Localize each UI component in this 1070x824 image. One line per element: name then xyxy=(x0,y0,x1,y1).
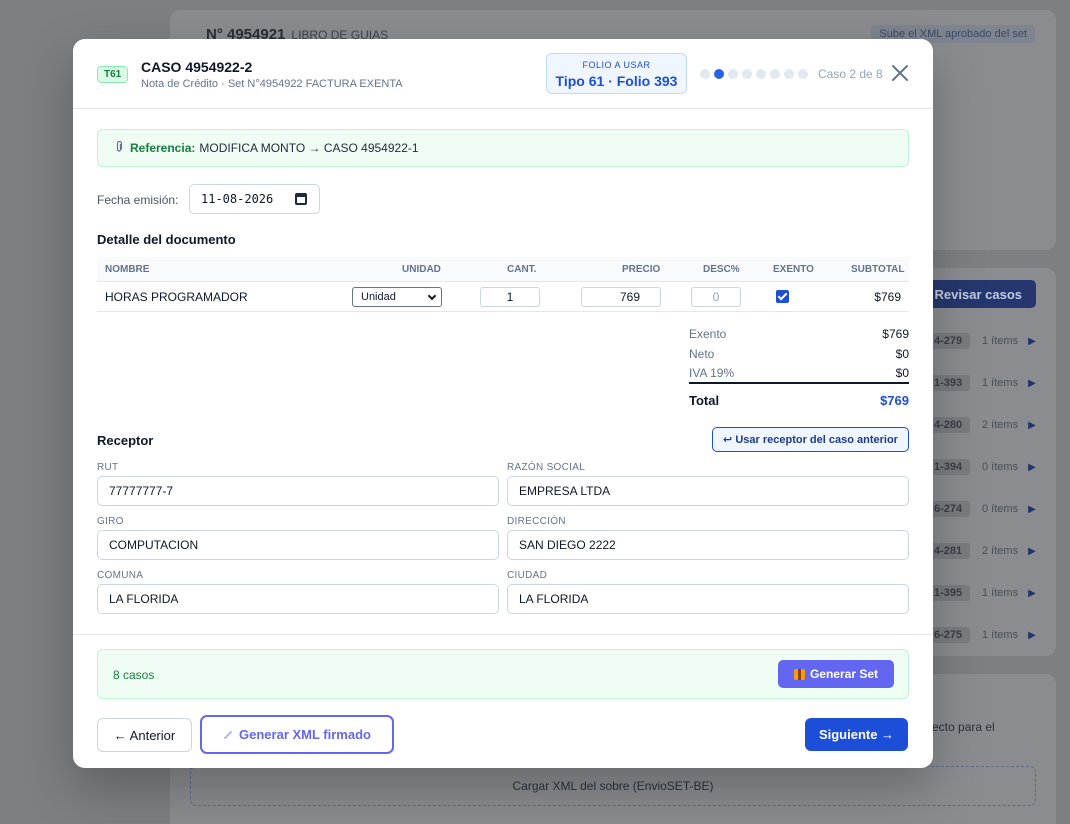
generate-xml-button[interactable]: Generar XML firmado xyxy=(200,715,394,754)
folio-value: Tipo 61 · Folio 393 xyxy=(555,73,678,89)
col-subtotal: SUBTOTAL xyxy=(851,263,905,275)
use-previous-receptor-button[interactable]: ↩ Usar receptor del caso anterior xyxy=(712,427,909,452)
fecha-input[interactable]: 11-08-2026 xyxy=(189,184,320,214)
col-nombre: NOMBRE xyxy=(105,263,150,275)
unidad-select[interactable]: Unidad xyxy=(352,286,442,307)
table-row: HORAS PROGRAMADOR Unidad 1 769 0 $769 xyxy=(97,282,909,312)
progress-dot[interactable] xyxy=(784,69,794,79)
ciudad-input[interactable]: LA FLORIDA xyxy=(507,584,909,614)
comuna-input[interactable]: LA FLORIDA xyxy=(97,584,499,614)
total-final: Total $769 xyxy=(689,392,909,408)
table-header: NOMBRE UNIDAD CANT. PRECIO DESC% EXENTO … xyxy=(97,257,909,282)
sets-panel: 8 casos Generar Set xyxy=(97,649,909,699)
totals-panel: Exento $769 Neto $0 IVA 19% $0 Total $769 xyxy=(689,324,909,410)
background-row[interactable]: 6-274 0 ítems ▶ xyxy=(930,499,1040,519)
col-descuento: DESC% xyxy=(703,263,740,275)
progress-dot[interactable] xyxy=(770,69,780,79)
folio-label: FOLIO A USAR xyxy=(582,60,651,70)
item-subtotal: $769 xyxy=(874,289,901,304)
package-icon xyxy=(793,668,805,680)
receptor-title: Receptor xyxy=(97,433,154,448)
col-cantidad: CANT. xyxy=(507,263,537,275)
col-unidad: UNIDAD xyxy=(402,263,441,275)
progress-dot[interactable] xyxy=(742,69,752,79)
col-precio: PRECIO xyxy=(622,263,661,275)
background-row[interactable]: 4-279 1 ítems ▶ xyxy=(930,331,1040,351)
reference-text: MODIFICA MONTO → CASO 4954922-1 xyxy=(199,141,419,155)
next-button[interactable]: Siguiente → xyxy=(805,718,908,751)
razon-social-input[interactable]: EMPRESA LTDA xyxy=(507,476,909,506)
ciudad-label: CIUDAD xyxy=(507,570,548,581)
giro-input[interactable]: COMPUTACION xyxy=(97,530,499,560)
background-row[interactable]: 4-280 2 ítems ▶ xyxy=(930,415,1040,435)
descuento-input[interactable]: 0 xyxy=(691,286,741,307)
progress-dot[interactable] xyxy=(700,69,710,79)
precio-input[interactable]: 769 xyxy=(581,286,661,307)
document-type-badge: T61 xyxy=(97,66,129,83)
razon-social-label: RAZÓN SOCIAL xyxy=(507,462,586,473)
close-icon[interactable] xyxy=(890,63,910,83)
generate-set-button[interactable]: Generar Set xyxy=(778,660,894,688)
cantidad-input[interactable]: 1 xyxy=(480,286,540,307)
modal-header: T61 CASO 4954922-2 Nota de Crédito · Set… xyxy=(73,39,933,109)
total-neto: Neto $0 xyxy=(689,347,909,361)
item-nombre: HORAS PROGRAMADOR xyxy=(105,289,248,304)
direccion-label: DIRECCIÓN xyxy=(507,516,566,527)
case-counter: Caso 2 de 8 xyxy=(818,67,883,81)
background-row[interactable]: 1-395 1 ítems ▶ xyxy=(930,583,1040,603)
background-text: ecto para el xyxy=(932,720,995,734)
chevron-down-icon xyxy=(427,291,437,300)
folio-box: FOLIO A USAR Tipo 61 · Folio 393 xyxy=(546,53,687,94)
previous-button[interactable]: ← Anterior xyxy=(97,718,192,752)
comuna-label: COMUNA xyxy=(97,570,144,581)
progress-dot[interactable] xyxy=(714,69,724,79)
pen-icon xyxy=(223,730,233,739)
direccion-input[interactable]: SAN DIEGO 2222 xyxy=(507,530,909,560)
background-row[interactable]: 1-393 1 ítems ▶ xyxy=(930,373,1040,393)
fecha-label: Fecha emisión: xyxy=(97,193,179,207)
rut-input[interactable]: 77777777-7 xyxy=(97,476,499,506)
exento-checkbox[interactable] xyxy=(776,290,789,303)
sets-count: 8 casos xyxy=(113,668,155,682)
review-cases-button[interactable]: Revisar casos xyxy=(922,280,1036,308)
paperclip-icon xyxy=(114,140,124,156)
case-subtitle: Nota de Crédito · Set N°4954922 FACTURA … xyxy=(141,78,403,90)
progress-dot[interactable] xyxy=(798,69,808,79)
calendar-icon[interactable] xyxy=(295,193,307,205)
case-modal: T61 CASO 4954922-2 Nota de Crédito · Set… xyxy=(73,39,933,768)
giro-label: GIRO xyxy=(97,516,124,527)
footer-divider xyxy=(73,634,933,635)
total-exento: Exento $769 xyxy=(689,327,909,341)
detail-title: Detalle del documento xyxy=(97,232,236,247)
background-row[interactable]: 1-394 0 ítems ▶ xyxy=(930,457,1040,477)
reference-label: Referencia: xyxy=(130,141,196,155)
case-progress-dots xyxy=(700,69,808,79)
col-exento: EXENTO xyxy=(773,263,814,275)
progress-dot[interactable] xyxy=(756,69,766,79)
progress-dot[interactable] xyxy=(728,69,738,79)
upload-xml-dropzone[interactable]: Cargar XML del sobre (EnvioSET-BE) xyxy=(190,766,1036,806)
rut-label: RUT xyxy=(97,462,119,473)
background-row[interactable]: 4-281 2 ítems ▶ xyxy=(930,541,1040,561)
reference-banner: Referencia: MODIFICA MONTO → CASO 495492… xyxy=(97,129,909,167)
background-row[interactable]: 6-275 1 ítems ▶ xyxy=(930,625,1040,645)
total-iva: IVA 19% $0 xyxy=(689,364,909,384)
case-title: CASO 4954922-2 xyxy=(141,59,253,75)
